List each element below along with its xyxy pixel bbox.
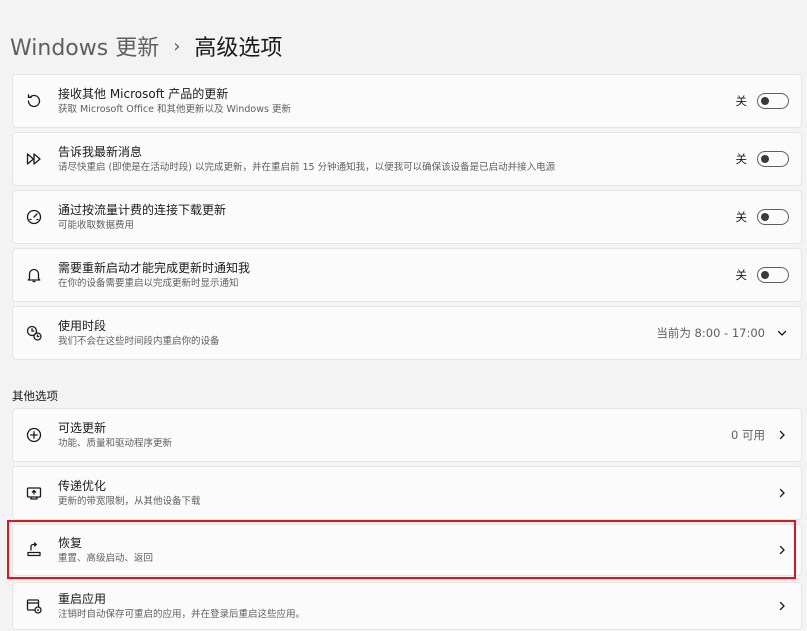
setting-notify-me: 告诉我最新消息 请尽快重启 (即使是在活动时段) 以完成更新，并在重启前 15 … [12, 132, 802, 186]
chevron-right-icon [779, 601, 785, 611]
setting-description: 在你的设备需要重启以完成更新时显示通知 [58, 278, 239, 289]
other-products-toggle[interactable] [757, 93, 789, 109]
setting-other-products: 接收其他 Microsoft 产品的更新 获取 Microsoft Office… [12, 74, 802, 128]
breadcrumb-windows-update[interactable]: Windows 更新 [10, 30, 159, 62]
page-title: 高级选项 [194, 36, 283, 61]
setting-description: 注销时自动保存可重启的应用，并在登录后重启这些应用。 [58, 609, 306, 620]
setting-title: 恢复 [58, 536, 83, 550]
recovery-icon [25, 541, 43, 559]
restart-apps-item[interactable]: 重启应用 注销时自动保存可重启的应用，并在登录后重启这些应用。 [12, 582, 802, 630]
setting-metered-connection: 通过按流量计费的连接下载更新 可能收取数据费用 关 [12, 190, 802, 244]
breadcrumb-separator: › [173, 35, 181, 57]
chevron-right-icon [779, 488, 785, 498]
toggle-knob [761, 270, 769, 279]
chevron-right-icon [779, 545, 785, 555]
fast-forward-icon [25, 150, 43, 168]
delivery-optimization-item[interactable]: 传递优化 更新的带宽限制，从其他设备下载 [12, 466, 802, 520]
setting-restart-notify: 需要重新启动才能完成更新时通知我 在你的设备需要重启以完成更新时显示通知 关 [12, 248, 802, 302]
delivery-icon [25, 484, 43, 502]
metered-toggle[interactable] [757, 209, 789, 225]
notify-me-toggle[interactable] [757, 151, 789, 167]
toggle-knob [761, 212, 769, 221]
setting-title: 需要重新启动才能完成更新时通知我 [58, 261, 251, 275]
setting-description: 可能收取数据费用 [58, 220, 135, 231]
toggle-state-label: 关 [735, 268, 748, 282]
setting-description: 功能、质量和驱动程序更新 [58, 438, 173, 449]
setting-description: 请尽快重启 (即使是在活动时段) 以完成更新，并在重启前 15 分钟通知我，以便… [58, 162, 556, 173]
toggle-state-label: 关 [735, 152, 748, 166]
setting-title: 重启应用 [58, 592, 107, 606]
clock-settings-icon [25, 324, 43, 342]
advanced-options-page: Windows 更新 › 高级选项 接收其他 Microsoft 产品的更新 获… [0, 0, 807, 631]
recovery-item[interactable]: 恢复 重置、高级启动、返回 [12, 524, 802, 576]
restart-apps-icon [25, 597, 43, 615]
setting-title: 可选更新 [58, 421, 107, 435]
setting-description: 重置、高级启动、返回 [58, 553, 154, 564]
breadcrumb: Windows 更新 › 高级选项 [10, 28, 282, 64]
setting-title: 通过按流量计费的连接下载更新 [58, 203, 227, 217]
setting-title: 告诉我最新消息 [58, 145, 143, 159]
toggle-state-label: 关 [735, 94, 748, 108]
section-title-other-options: 其他选项 [12, 389, 58, 403]
chevron-down-icon [777, 330, 787, 336]
gauge-icon [25, 208, 43, 226]
setting-description: 更新的带宽限制，从其他设备下载 [58, 496, 201, 507]
plus-circle-icon [25, 426, 43, 444]
active-hours-value: 当前为 8:00 - 17:00 [656, 326, 765, 340]
setting-description: 获取 Microsoft Office 和其他更新以及 Windows 更新 [58, 104, 291, 115]
setting-title: 使用时段 [58, 319, 107, 333]
toggle-knob [761, 154, 769, 163]
setting-title: 接收其他 Microsoft 产品的更新 [58, 87, 229, 101]
history-icon [25, 92, 43, 110]
bell-icon [25, 266, 43, 284]
optional-updates-count: 0 可用 [731, 428, 765, 442]
restart-notify-toggle[interactable] [757, 267, 789, 283]
setting-description: 我们不会在这些时间段内重启你的设备 [58, 336, 220, 347]
toggle-state-label: 关 [735, 210, 748, 224]
setting-title: 传递优化 [58, 479, 107, 493]
setting-active-hours[interactable]: 使用时段 我们不会在这些时间段内重启你的设备 当前为 8:00 - 17:00 [12, 306, 802, 360]
toggle-knob [761, 96, 769, 105]
chevron-right-icon [779, 430, 785, 440]
optional-updates-item[interactable]: 可选更新 功能、质量和驱动程序更新 0 可用 [12, 408, 802, 462]
